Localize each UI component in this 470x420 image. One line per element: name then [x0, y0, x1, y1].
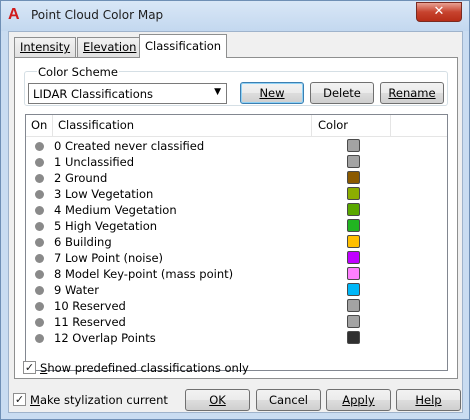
ok-button-label: OK — [209, 393, 226, 407]
table-row[interactable]: 11 Reserved — [26, 314, 447, 330]
show-predefined-checkbox[interactable]: ✓ — [23, 361, 36, 374]
table-row[interactable]: 9 Water — [26, 282, 447, 298]
checkmark-icon: ✓ — [14, 393, 25, 406]
classification-label: 0 Created never classified — [54, 139, 205, 153]
cancel-button[interactable]: Cancel — [256, 389, 321, 411]
classification-label: 7 Low Point (noise) — [54, 251, 164, 265]
table-row[interactable]: 6 Building — [26, 234, 447, 250]
new-button[interactable]: New — [240, 82, 304, 104]
tab-elevation-label: Elevation — [83, 40, 137, 54]
point-cloud-color-map-dialog: A Point Cloud Color Map ✕ Intensity Elev… — [0, 0, 470, 420]
close-button[interactable]: ✕ — [416, 2, 462, 22]
classification-label: 6 Building — [54, 235, 112, 249]
table-row[interactable]: 3 Low Vegetation — [26, 186, 447, 202]
rename-button[interactable]: Rename — [380, 82, 444, 104]
tab-classification[interactable]: Classification — [139, 34, 228, 58]
rename-button-label: Rename — [388, 86, 436, 100]
color-swatch[interactable] — [347, 155, 360, 168]
delete-button[interactable]: Delete — [310, 82, 374, 104]
classification-label: 3 Low Vegetation — [54, 187, 154, 201]
color-swatch[interactable] — [347, 315, 360, 328]
classification-label: 2 Ground — [54, 171, 108, 185]
show-predefined-label[interactable]: Show predefined classifications only — [40, 361, 249, 375]
color-swatch[interactable] — [347, 171, 360, 184]
on-indicator-icon[interactable] — [35, 270, 44, 279]
table-row[interactable]: 12 Overlap Points — [26, 330, 447, 346]
on-indicator-icon[interactable] — [35, 302, 44, 311]
on-indicator-icon[interactable] — [35, 286, 44, 295]
table-row[interactable]: 8 Model Key-point (mass point) — [26, 266, 447, 282]
tab-intensity[interactable]: Intensity — [14, 37, 77, 57]
apply-button[interactable]: Apply — [326, 389, 391, 411]
color-swatch[interactable] — [347, 139, 360, 152]
color-swatch[interactable] — [347, 331, 360, 344]
make-current-checkbox[interactable]: ✓ — [13, 393, 26, 406]
on-indicator-icon[interactable] — [35, 222, 44, 231]
autocad-logo-icon: A — [8, 6, 20, 23]
color-scheme-dropdown[interactable]: LIDAR Classifications ▼ — [28, 83, 227, 104]
on-indicator-icon[interactable] — [35, 334, 44, 343]
on-indicator-icon[interactable] — [35, 158, 44, 167]
classification-label: 8 Model Key-point (mass point) — [54, 267, 234, 281]
color-swatch[interactable] — [347, 283, 360, 296]
color-swatch[interactable] — [347, 235, 360, 248]
help-button[interactable]: Help — [396, 389, 461, 411]
color-swatch[interactable] — [347, 203, 360, 216]
make-current-label-text: ake stylization current — [39, 393, 168, 407]
table-row[interactable]: 4 Medium Vegetation — [26, 202, 447, 218]
color-scheme-label: Color Scheme — [37, 65, 119, 79]
classification-panel: Color Scheme LIDAR Classifications ▼ New… — [14, 57, 458, 379]
show-predefined-label-text: how predefined classifications only — [47, 361, 249, 375]
tab-elevation[interactable]: Elevation — [77, 37, 143, 57]
classification-label: 11 Reserved — [54, 315, 126, 329]
color-swatch[interactable] — [347, 187, 360, 200]
on-indicator-icon[interactable] — [35, 174, 44, 183]
on-indicator-icon[interactable] — [35, 254, 44, 263]
column-header-on[interactable]: On — [26, 115, 53, 136]
color-swatch[interactable] — [347, 251, 360, 264]
table-row[interactable]: 5 High Vegetation — [26, 218, 447, 234]
column-header-color[interactable]: Color — [312, 115, 391, 136]
classification-label: 4 Medium Vegetation — [54, 203, 177, 217]
classification-list[interactable]: On Classification Color 0 Created never … — [25, 114, 448, 371]
table-row[interactable]: 0 Created never classified — [26, 138, 447, 154]
checkmark-icon: ✓ — [24, 361, 35, 374]
help-button-label: Help — [415, 393, 442, 407]
color-scheme-value: LIDAR Classifications — [33, 87, 154, 101]
chevron-down-icon: ▼ — [214, 87, 221, 97]
classification-label: 1 Unclassified — [54, 155, 135, 169]
table-row[interactable]: 7 Low Point (noise) — [26, 250, 447, 266]
classification-label: 5 High Vegetation — [54, 219, 158, 233]
on-indicator-icon[interactable] — [35, 142, 44, 151]
column-header-classification[interactable]: Classification — [53, 115, 312, 136]
ok-button[interactable]: OK — [185, 389, 250, 411]
on-indicator-icon[interactable] — [35, 206, 44, 215]
tab-classification-label: Classification — [145, 39, 222, 53]
color-swatch[interactable] — [347, 267, 360, 280]
table-row[interactable]: 2 Ground — [26, 170, 447, 186]
table-row[interactable]: 1 Unclassified — [26, 154, 447, 170]
on-indicator-icon[interactable] — [35, 190, 44, 199]
classification-label: 12 Overlap Points — [54, 331, 156, 345]
list-header: On Classification Color — [26, 115, 447, 137]
classification-label: 9 Water — [54, 283, 99, 297]
color-swatch[interactable] — [347, 219, 360, 232]
cancel-button-label: Cancel — [269, 393, 308, 407]
title-bar[interactable]: A Point Cloud Color Map ✕ — [1, 1, 469, 31]
on-indicator-icon[interactable] — [35, 238, 44, 247]
table-row[interactable]: 10 Reserved — [26, 298, 447, 314]
tab-intensity-label: Intensity — [20, 40, 71, 54]
classification-label: 10 Reserved — [54, 299, 126, 313]
delete-button-label: Delete — [323, 86, 361, 100]
apply-button-label: Apply — [342, 393, 375, 407]
make-current-label[interactable]: Make stylization current — [30, 393, 168, 407]
color-swatch[interactable] — [347, 299, 360, 312]
on-indicator-icon[interactable] — [35, 318, 44, 327]
window-title: Point Cloud Color Map — [31, 8, 164, 22]
dialog-body: Intensity Elevation Classification Color… — [8, 31, 463, 413]
new-button-label: New — [259, 86, 285, 100]
